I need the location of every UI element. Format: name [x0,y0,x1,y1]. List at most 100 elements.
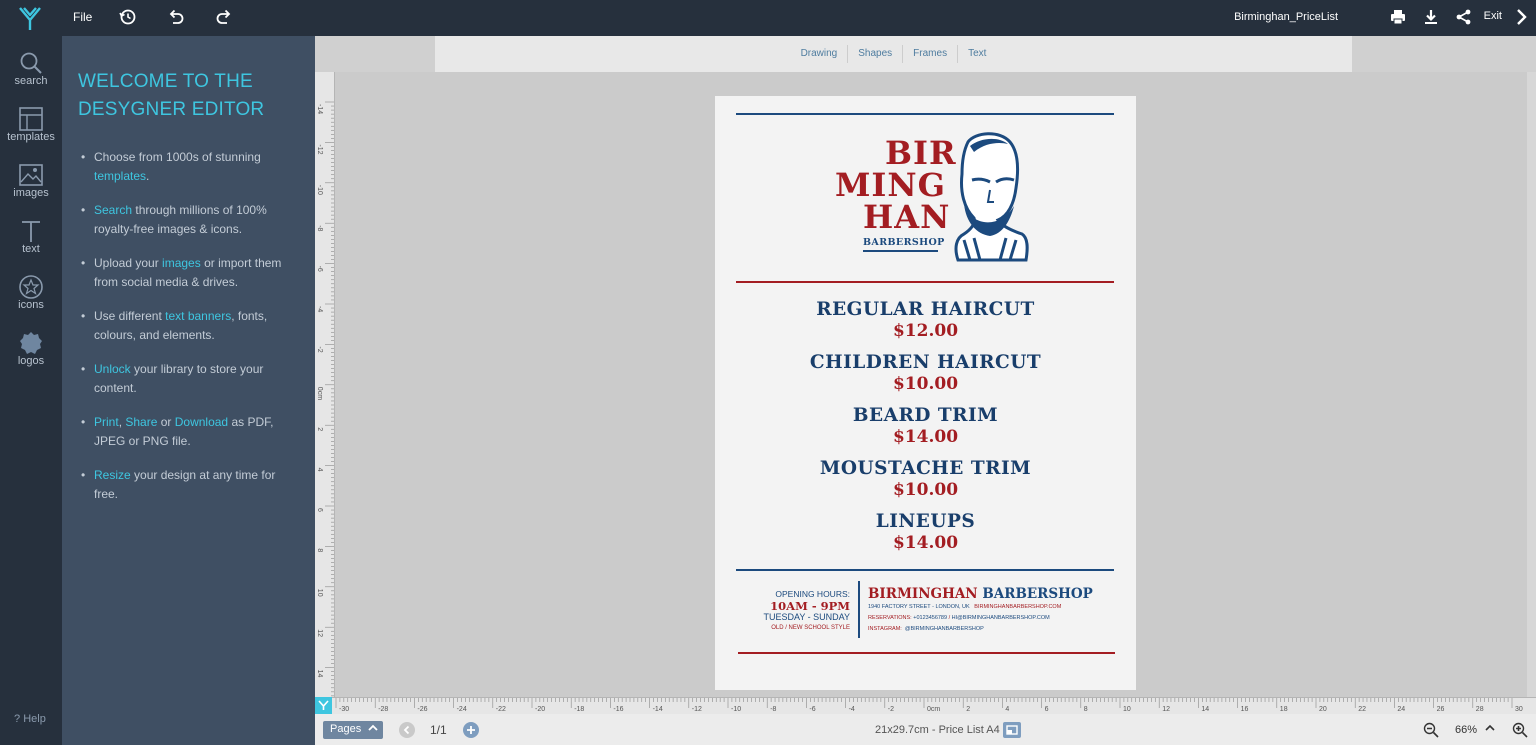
exit-button[interactable]: Exit [1484,10,1502,22]
footer-brand[interactable]: BIRMINGHAN BARBERSHOP [868,586,1093,602]
ruler-label: -4 [316,306,323,312]
footer-reservations-line[interactable]: RESERVATIONS: +0123456789 / HI@BIRMINGHA… [868,615,1050,621]
feature-link[interactable]: Download [175,415,228,429]
chevron-up-icon [368,724,378,731]
feature-list: Choose from 1000s of stunning templates.… [78,148,297,503]
ruler-label: 22 [1358,706,1366,713]
ruler-label: -10 [316,185,323,195]
feature-link[interactable]: text banners [165,309,231,323]
sidebar-item-icons[interactable]: icons [0,268,62,322]
add-page-button[interactable] [463,722,479,738]
ruler-label: 8 [316,548,323,552]
logo-line-2[interactable]: MING [835,169,946,201]
previous-page-button[interactable] [399,722,415,738]
opening-hours-label[interactable]: OPENING HOURS: [735,589,850,599]
tab-frames[interactable]: Frames [903,45,959,63]
ruler-label: 10 [1123,706,1131,713]
feature-link[interactable]: Unlock [94,362,131,376]
zoom-level[interactable]: 66% [1455,724,1477,736]
feature-link[interactable]: Print [94,415,119,429]
service-name[interactable]: LINEUPS [715,511,1136,532]
vertical-ruler: -14 -12 -10 -8 -6 -4 -2 0cm 2 4 6 8 10 12 14 [315,72,335,698]
footer-instagram-line[interactable]: INSTAGRAM: @BIRMINGHANBARBERSHOP [868,626,984,632]
footer-address-line[interactable]: 1940 FACTORY STREET - LONDON, UK BIRMING… [868,604,1061,610]
ruler-label: -20 [535,706,545,713]
feature-text: Upload your [94,256,163,270]
redo-icon[interactable] [214,7,234,27]
sidebar-item-templates[interactable]: templates [0,100,62,154]
page-counter: 1/1 [430,723,447,737]
file-menu[interactable]: File [73,10,92,24]
plus-icon [467,726,475,734]
service-price[interactable]: $12.00 [715,321,1136,341]
zoom-in-icon[interactable] [1512,722,1528,738]
service-price[interactable]: $10.00 [715,480,1136,500]
ruler-label: -22 [496,706,506,713]
feature-item: Upload your images or import them from s… [78,254,297,291]
ruler-label: -26 [417,706,427,713]
tab-drawing[interactable]: Drawing [791,45,849,63]
service-name[interactable]: MOUSTACHE TRIM [715,458,1136,479]
feature-link[interactable]: Search [94,203,132,217]
undo-icon[interactable] [166,7,186,27]
logo-line-1[interactable]: BIR [885,137,957,169]
opening-hours-time[interactable]: 10AM - 9PM [735,599,850,613]
pages-button[interactable]: Pages [323,721,383,739]
bottom-divider [738,652,1115,654]
ruler-label: -6 [809,706,815,713]
service-price[interactable]: $10.00 [715,374,1136,394]
barber-portrait-icon[interactable] [950,130,1030,264]
logo-subtitle[interactable]: BARBERSHOP [863,237,945,248]
print-icon[interactable] [1388,7,1408,27]
design-page[interactable]: BIR MING HAN BARBERSHOP REGULAR HAIRCUT … [715,96,1136,690]
panel-title: WELCOME TO THE DESYGNER EDITOR [78,71,265,120]
sidebar-item-label: logos [17,355,45,367]
help-link[interactable]: ? Help [14,713,46,725]
feature-link[interactable]: images [162,256,201,270]
chevron-up-icon[interactable] [1485,724,1495,732]
zoom-out-icon[interactable] [1423,722,1439,738]
feature-link[interactable]: Share [125,415,157,429]
feature-link[interactable]: templates [94,169,146,183]
service-name[interactable]: BEARD TRIM [715,405,1136,426]
help-label: Help [23,713,46,725]
top-divider [736,113,1114,115]
logo-divider [736,281,1114,283]
brand-red: BIRMINGHAN [868,586,978,602]
document-name[interactable]: Birminghan_PriceList [1234,11,1338,23]
pages-label: Pages [330,723,362,735]
logo-line-3[interactable]: HAN [863,201,950,233]
feature-link[interactable]: Resize [94,468,131,482]
sidebar-item-text[interactable]: text [0,212,62,266]
sidebar-item-label: images [13,187,49,199]
tab-shapes[interactable]: Shapes [848,45,904,63]
sidebar-item-images[interactable]: images [0,156,62,210]
sidebar-item-search[interactable]: search [0,44,62,98]
ruler-label: -28 [378,706,388,713]
style-tagline[interactable]: OLD / NEW SCHOOL STYLE [735,625,850,631]
sidebar-item-logos[interactable]: logos [0,324,62,378]
chevron-right-icon[interactable] [1514,8,1530,26]
service-price[interactable]: $14.00 [715,533,1136,553]
resize-icon[interactable] [1003,722,1021,738]
service-price[interactable]: $14.00 [715,427,1136,447]
ruler-label: 24 [1397,706,1405,713]
ruler-label: -6 [316,266,323,272]
feature-text: Choose from 1000s of stunning [94,150,261,164]
service-name[interactable]: CHILDREN HAIRCUT [715,352,1136,373]
tab-text[interactable]: Text [958,45,996,63]
ruler-corner-button[interactable] [315,697,332,714]
vertical-scrollbar[interactable] [1527,72,1536,697]
share-icon[interactable] [1454,7,1474,27]
opening-days[interactable]: TUESDAY - SUNDAY [735,612,850,622]
feature-item: Unlock your library to store your conten… [78,360,297,397]
ruler-label: 6 [1045,706,1049,713]
history-icon[interactable] [118,7,138,27]
sidebar-item-label: search [14,75,48,87]
download-icon[interactable] [1421,7,1441,27]
left-sidebar: search templates images text icons logos… [0,36,62,745]
service-name[interactable]: REGULAR HAIRCUT [715,299,1136,320]
desygner-logo-icon[interactable] [18,4,42,32]
page-size-label[interactable]: 21x29.7cm - Price List A4 [875,724,1000,736]
ruler-label: -14 [653,706,663,713]
